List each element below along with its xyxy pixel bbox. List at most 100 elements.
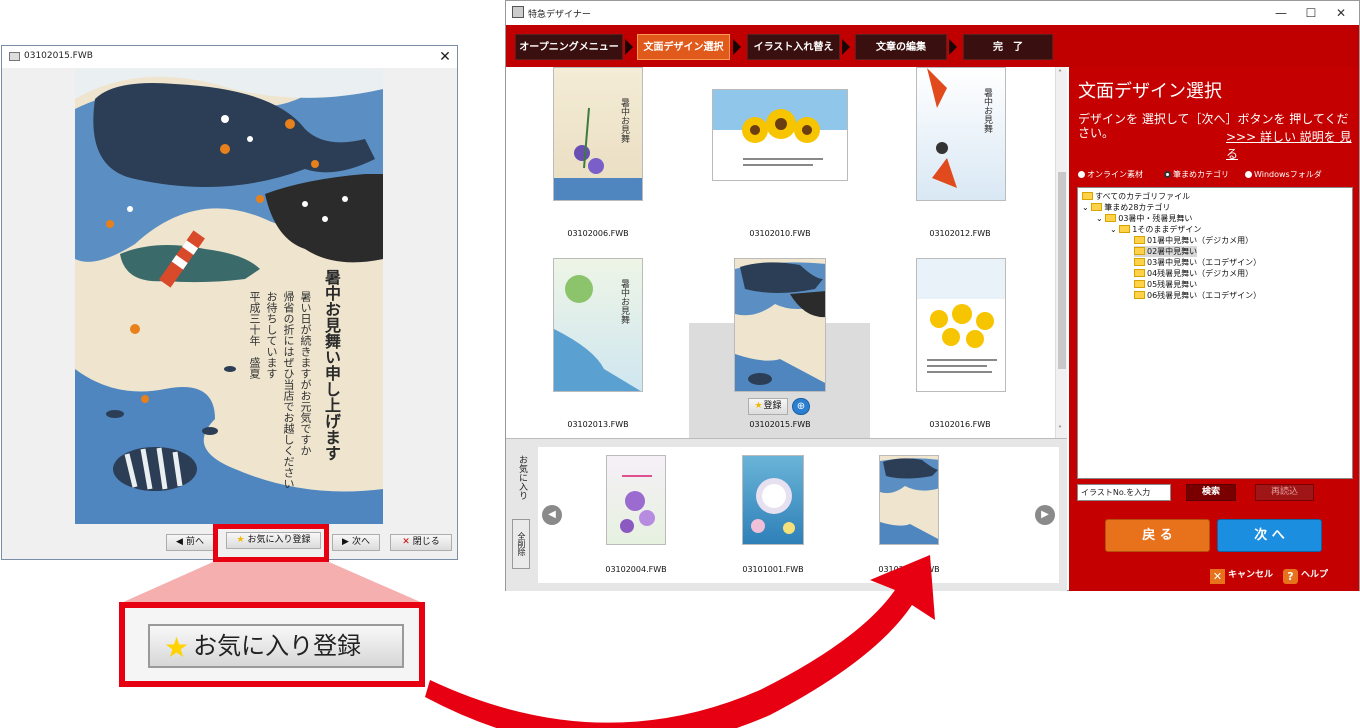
register-favorite-label: 登録: [763, 401, 782, 411]
callout-zoom-box: ★ お気に入り登録: [119, 602, 425, 687]
close-button-label: 閉じる: [412, 537, 440, 547]
tree-item-04[interactable]: 04残暑見舞い（デジカメ用）: [1134, 268, 1253, 279]
tree-item-label: 03暑中見舞い（エコデザイン）: [1147, 258, 1262, 267]
next-button[interactable]: ▶ 次へ: [332, 534, 380, 551]
radio-icon: [1078, 171, 1085, 178]
radio-icon: [1245, 171, 1252, 178]
help-button[interactable]: ? ヘルプ: [1283, 567, 1328, 584]
radio-windows-folder[interactable]: Windowsフォルダ: [1245, 169, 1322, 180]
card-preview-image: 暑中お見舞い申し上げます 暑い日が続きますがお元気ですか 帰省の折にはぜひ当店で…: [75, 69, 383, 524]
step-opening-menu[interactable]: オープニングメニュー: [515, 34, 623, 60]
radio-checked-icon: [1164, 171, 1171, 178]
next-button-label: 次へ: [351, 537, 370, 547]
favorites-strip: ◀ ▶ 03102004.FWB 03101001.FWB 03102015.F…: [538, 447, 1059, 583]
minimize-icon[interactable]: —: [1266, 4, 1296, 22]
thumbnail-03102016[interactable]: [916, 258, 1006, 392]
tree-item-all-categories[interactable]: すべてのカテゴリファイル: [1082, 191, 1190, 202]
illustration-number-input[interactable]: イラストNo.を入力: [1077, 484, 1171, 501]
chevron-down-icon[interactable]: ⌄: [1082, 203, 1089, 212]
thumbnail-art: [713, 90, 847, 166]
cancel-button[interactable]: ✕ キャンセル: [1210, 567, 1273, 584]
thumbnail-art: 暑中お見舞: [554, 275, 641, 391]
tree-item-label: 筆まめ28カテゴリ: [1104, 203, 1171, 212]
triangle-right-icon: ▶: [342, 537, 349, 547]
triangle-left-icon: ◀: [176, 537, 183, 547]
tree-item-fudemame28[interactable]: ⌄ 筆まめ28カテゴリ: [1082, 202, 1170, 213]
close-button[interactable]: ✕ 閉じる: [390, 534, 452, 551]
favorite-03102004[interactable]: [606, 455, 666, 545]
favorite-label: 03102015.FWB: [878, 565, 940, 574]
tree-item-02-selected[interactable]: 02暑中見舞い: [1134, 246, 1198, 257]
thumbnail-art: [880, 458, 938, 544]
more-info-link[interactable]: >>> 詳しい 説明を 見る: [1226, 128, 1359, 162]
card-heading: 暑中お見舞い申し上げます: [322, 269, 341, 461]
radio-fudemame-category[interactable]: 筆まめカテゴリ: [1164, 169, 1229, 180]
thumbnail-03102013[interactable]: 暑中お見舞: [553, 258, 643, 392]
chevron-down-icon[interactable]: ⌄: [1096, 214, 1103, 223]
grid-scroll-thumb[interactable]: [1058, 172, 1066, 369]
design-thumbnail-grid: 暑中お見舞 03102006.FWB 03102010.FWB 暑中お見舞 03…: [506, 67, 1059, 438]
thumbnail-03102012[interactable]: 暑中お見舞: [916, 67, 1006, 201]
app-icon: [512, 6, 524, 18]
thumbnail-art: [917, 259, 1005, 373]
close-icon[interactable]: ✕: [436, 48, 454, 66]
card-date: 平成三十年 盛夏: [248, 291, 261, 379]
tree-item-label: 03暑中・残暑見舞い: [1118, 214, 1193, 223]
scroll-left-icon[interactable]: ◀: [542, 505, 562, 525]
thumbnail-label: 03102012.FWB: [929, 229, 991, 238]
tree-item-summer-greetings[interactable]: ⌄ 03暑中・残暑見舞い: [1096, 213, 1192, 224]
thumbnail-03102015[interactable]: [734, 258, 826, 392]
favorites-label: お気に入り: [517, 455, 527, 500]
thumbnail-label: 03102015.FWB: [749, 420, 811, 429]
cancel-label: キャンセル: [1228, 570, 1274, 580]
tree-item-01[interactable]: 01暑中見舞い（デジカメ用）: [1134, 235, 1253, 246]
favorites-panel: お気に入り 全削除 ◀ ▶ 03102004.FWB 03101001.FWB …: [506, 438, 1067, 591]
step-illustration-replace[interactable]: イラスト入れ替え: [747, 34, 840, 60]
close-icon[interactable]: ✕: [1326, 4, 1356, 22]
folder-icon: [1134, 280, 1145, 288]
scroll-right-icon[interactable]: ▶: [1035, 505, 1055, 525]
scroll-down-icon[interactable]: ˅: [1058, 425, 1062, 434]
grid-scrollbar[interactable]: ˄ ˅: [1055, 67, 1067, 438]
prev-button[interactable]: ◀ 前へ: [166, 534, 214, 551]
back-button[interactable]: 戻 る: [1105, 519, 1210, 552]
step-complete[interactable]: 完 了: [963, 34, 1053, 60]
folder-open-icon: [1119, 225, 1131, 233]
tree-item-03[interactable]: 03暑中見舞い（エコデザイン）: [1134, 257, 1261, 268]
tree-item-05[interactable]: 05残暑見舞い: [1134, 279, 1197, 290]
tree-item-as-is-design[interactable]: ⌄ 1そのままデザイン: [1110, 224, 1201, 235]
folder-icon: [1082, 192, 1093, 200]
folder-open-icon: [1134, 247, 1145, 255]
radio-label: 筆まめカテゴリ: [1173, 170, 1229, 179]
clear-all-button[interactable]: 全削除: [512, 519, 530, 569]
preview-titlebar: 03102015.FWB ✕: [2, 46, 457, 68]
search-button[interactable]: 検索: [1186, 484, 1236, 501]
thumbnail-label: 03102006.FWB: [567, 229, 629, 238]
favorite-03102015[interactable]: [879, 455, 939, 545]
svg-text:暑中お見舞: 暑中お見舞: [619, 98, 630, 144]
step-arrow-icon: [842, 39, 850, 55]
register-favorite-button[interactable]: ★登録: [748, 398, 788, 415]
tree-item-06[interactable]: 06残暑見舞い（エコデザイン）: [1134, 290, 1261, 301]
tree-item-label: 05残暑見舞い: [1147, 280, 1198, 289]
reload-button[interactable]: 再読込: [1255, 484, 1314, 501]
thumbnail-03102010[interactable]: [712, 89, 848, 181]
help-icon: ?: [1283, 569, 1298, 584]
tree-item-label: すべてのカテゴリファイル: [1095, 192, 1191, 201]
callout-favorite-button: ★ お気に入り登録: [148, 624, 404, 668]
zoom-icon[interactable]: ⊕: [792, 398, 810, 415]
thumbnail-art: 暑中お見舞: [554, 98, 642, 200]
radio-online[interactable]: オンライン素材: [1078, 169, 1143, 180]
step-design-select[interactable]: 文面デザイン選択: [637, 34, 730, 60]
chevron-down-icon[interactable]: ⌄: [1110, 225, 1117, 234]
maximize-icon[interactable]: ☐: [1296, 4, 1326, 22]
app-icon: [9, 52, 20, 61]
next-step-button[interactable]: 次 へ: [1217, 519, 1322, 552]
folder-icon: [1134, 269, 1145, 277]
favorite-03101001[interactable]: [742, 455, 804, 545]
step-text-edit[interactable]: 文章の編集: [855, 34, 947, 60]
scroll-up-icon[interactable]: ˄: [1058, 69, 1062, 78]
thumbnail-03102006[interactable]: 暑中お見舞: [553, 67, 643, 201]
cancel-icon: ✕: [1210, 569, 1225, 584]
favorite-label: 03101001.FWB: [742, 565, 804, 574]
